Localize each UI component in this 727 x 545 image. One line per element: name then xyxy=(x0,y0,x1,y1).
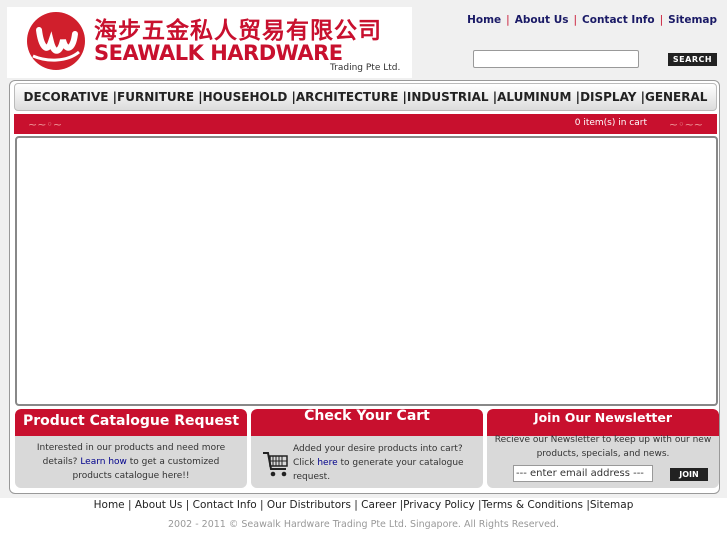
learn-how-link[interactable]: Learn how xyxy=(80,457,127,467)
catalogue-request-panel: Product Catalogue Request Interested in … xyxy=(15,409,247,488)
cart-panel-title: Check Your Cart xyxy=(251,409,483,436)
footer-link-distributors[interactable]: Our Distributors xyxy=(267,499,351,511)
catalogue-panel-text: Interested in our products and need more… xyxy=(36,443,226,481)
search-button[interactable]: SEARCH xyxy=(668,53,717,66)
nav-item-furniture[interactable]: FURNITURE xyxy=(117,90,194,104)
nav-item-industrial[interactable]: INDUSTRIAL xyxy=(407,90,489,104)
top-link-contact[interactable]: Contact Info xyxy=(582,14,655,26)
footer-link-contact[interactable]: Contact Info xyxy=(193,499,257,511)
footer-link-privacy[interactable]: Privacy Policy xyxy=(403,499,475,511)
nav-item-aluminum[interactable]: ALUMINUM xyxy=(497,90,571,104)
newsletter-email-input[interactable]: --- enter email address --- xyxy=(513,465,653,482)
logo-chinese-name: 海步五金私人贸易有限公司 xyxy=(94,18,382,44)
check-cart-panel: Check Your Cart Added your desire produc… xyxy=(251,409,483,488)
nav-item-display[interactable]: DISPLAY xyxy=(580,90,636,104)
footer-link-sitemap[interactable]: Sitemap xyxy=(590,499,634,511)
newsletter-text: Recieve our Newsletter to keep up with o… xyxy=(494,435,712,459)
search-input[interactable] xyxy=(473,50,639,68)
top-link-about[interactable]: About Us xyxy=(515,14,569,26)
top-links: Home | About Us | Contact Info | Sitemap xyxy=(467,14,717,26)
cart-status-bar: ~~◦~ 0 item(s) in cart ~◦~~ xyxy=(14,114,717,134)
cart-icon xyxy=(261,449,291,483)
footer-link-terms[interactable]: Terms & Conditions xyxy=(482,499,583,511)
join-button[interactable]: JOIN xyxy=(670,468,708,481)
footer-link-career[interactable]: Career xyxy=(361,499,396,511)
nav-item-architecture[interactable]: ARCHITECTURE xyxy=(296,90,398,104)
content-area xyxy=(15,136,718,406)
footer-link-about[interactable]: About Us xyxy=(135,499,183,511)
swirl-ornament-icon: ~◦~~ xyxy=(668,118,703,131)
cart-panel-text: Added your desire products into cart? Cl… xyxy=(293,444,464,482)
footer-links: Home | About Us | Contact Info | Our Dis… xyxy=(93,499,634,511)
generate-request-link[interactable]: here xyxy=(317,458,337,468)
copyright: 2002 - 2011 © Seawalk Hardware Trading P… xyxy=(168,519,559,530)
newsletter-panel: Join Our Newsletter Recieve our Newslett… xyxy=(487,409,719,488)
nav-item-household[interactable]: HOUSEHOLD xyxy=(203,90,288,104)
nav-item-general[interactable]: GENERAL xyxy=(645,90,707,104)
top-link-sitemap[interactable]: Sitemap xyxy=(668,14,717,26)
logo-english-name: SEAWALK HARDWARE xyxy=(94,41,343,65)
top-link-home[interactable]: Home xyxy=(467,14,501,26)
swirl-ornament-icon: ~~◦~ xyxy=(28,118,63,131)
logo-subtitle: Trading Pte Ltd. xyxy=(330,63,401,73)
catalogue-panel-title: Product Catalogue Request xyxy=(15,409,247,436)
logo[interactable]: 海步五金私人贸易有限公司 SEAWALK HARDWARE Trading Pt… xyxy=(7,7,412,78)
footer-link-home[interactable]: Home xyxy=(94,499,125,511)
nav-item-decorative[interactable]: DECORATIVE xyxy=(24,90,109,104)
category-nav: DECORATIVE |FURNITURE |HOUSEHOLD |ARCHIT… xyxy=(14,83,717,111)
logo-mark-icon xyxy=(27,12,85,70)
cart-count[interactable]: 0 item(s) in cart xyxy=(575,118,647,128)
newsletter-panel-title: Join Our Newsletter xyxy=(487,409,719,436)
